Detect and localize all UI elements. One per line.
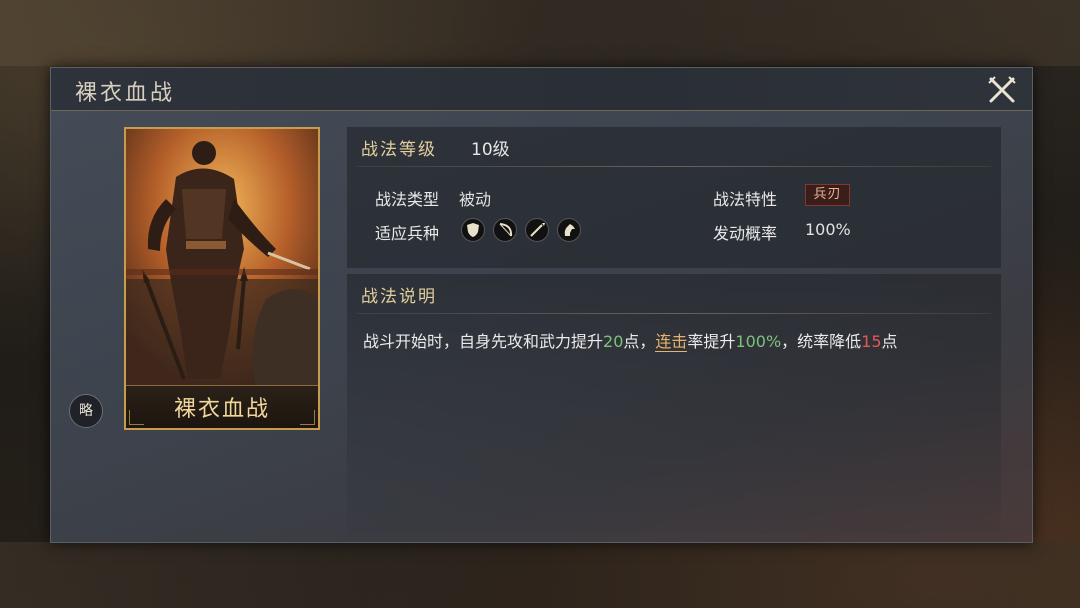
trait-label: 战法特性 xyxy=(713,190,778,209)
dialog-title: 裸衣血战 xyxy=(75,81,176,106)
level-label: 战法等级 xyxy=(361,140,437,160)
rate-label: 发动概率 xyxy=(713,224,778,243)
rate-value: 100% xyxy=(805,220,851,239)
card-corner-ornament xyxy=(300,410,315,425)
type-value: 被动 xyxy=(459,190,492,209)
card-corner-ornament xyxy=(129,410,144,425)
shield-icon xyxy=(461,218,485,242)
divider xyxy=(357,166,991,167)
keyword-link-combo[interactable]: 连击 xyxy=(655,332,688,352)
desc-segment: 点， xyxy=(623,332,656,351)
tactic-detail-dialog: 裸衣血战 裸衣血战 略 战法等级 10级 战法类型 被动 战法特性 兵刃 适应兵… xyxy=(50,67,1033,543)
bow-icon xyxy=(493,218,517,242)
warrior-illustration xyxy=(126,129,318,387)
tactic-info-panel: 战法等级 10级 战法类型 被动 战法特性 兵刃 适应兵种 发动概率 100% xyxy=(347,127,1001,268)
crossed-swords-close-icon xyxy=(988,76,1016,103)
background-top-blur xyxy=(0,0,1080,66)
spear-icon xyxy=(525,218,549,242)
desc-segment: 点 xyxy=(881,332,898,351)
desc-segment: ，统率降低 xyxy=(781,332,862,351)
tactic-description-panel: 战法说明 战斗开始时，自身先攻和武力提升20点，连击率提升100%，统率降低15… xyxy=(347,274,1001,534)
desc-segment: 率提升 xyxy=(687,332,736,351)
desc-value-positive: 20 xyxy=(603,332,624,351)
background-bottom-blur xyxy=(0,542,1080,608)
trait-badge: 兵刃 xyxy=(805,184,850,206)
desc-value-negative: 15 xyxy=(861,332,882,351)
strategy-badge-button[interactable]: 略 xyxy=(69,394,103,428)
description-header: 战法说明 xyxy=(361,287,437,307)
desc-value-positive: 100% xyxy=(735,332,782,351)
description-text: 战斗开始时，自身先攻和武力提升20点，连击率提升100%，统率降低15点 xyxy=(363,328,993,352)
card-name-bar: 裸衣血战 xyxy=(126,385,318,428)
type-label: 战法类型 xyxy=(375,190,440,209)
close-button[interactable] xyxy=(985,73,1019,107)
horse-icon xyxy=(557,218,581,242)
troops-label: 适应兵种 xyxy=(375,224,440,243)
level-value: 10级 xyxy=(471,140,510,160)
desc-segment: 战斗开始时，自身先攻和武力提升 xyxy=(363,332,604,351)
tactic-card: 裸衣血战 xyxy=(124,127,320,430)
dialog-titlebar: 裸衣血战 xyxy=(51,68,1032,111)
card-name: 裸衣血战 xyxy=(173,397,270,422)
divider xyxy=(357,313,991,314)
